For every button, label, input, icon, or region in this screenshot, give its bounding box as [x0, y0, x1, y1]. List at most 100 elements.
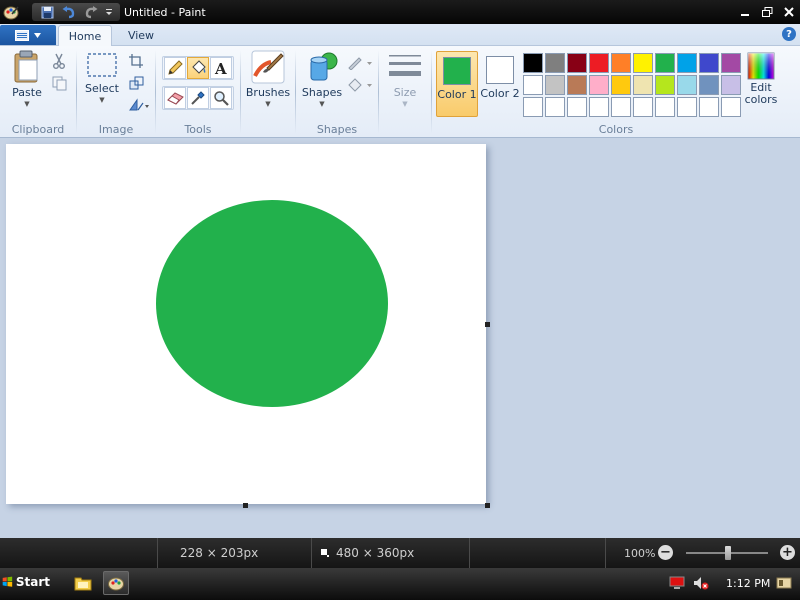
show-desktop-icon[interactable]	[776, 576, 792, 590]
clipboard-group: Paste ▼ Clipboard	[0, 46, 76, 138]
paste-dropdown-caret[interactable]: ▼	[24, 100, 29, 108]
brushes-button[interactable]: Brushes ▼	[244, 50, 292, 108]
color2-button[interactable]: Color 2	[479, 51, 521, 117]
zoom-out-button[interactable]: −	[658, 545, 673, 560]
eraser-tool[interactable]	[164, 87, 186, 109]
palette-color-swatch[interactable]	[721, 75, 741, 95]
zoom-slider-thumb[interactable]	[725, 546, 731, 560]
canvas-size: 480 × 360px	[312, 538, 470, 568]
paint-menu-button[interactable]	[0, 25, 56, 45]
palette-color-swatch[interactable]	[677, 53, 697, 73]
drawing-canvas[interactable]	[6, 144, 486, 504]
palette-color-swatch[interactable]	[523, 53, 543, 73]
minimize-button[interactable]	[734, 0, 756, 24]
shapes-icon	[310, 52, 338, 81]
volume-muted-tray-icon[interactable]	[693, 576, 709, 590]
palette-color-swatch[interactable]	[655, 97, 675, 117]
palette-color-swatch[interactable]	[523, 97, 543, 117]
svg-text:A: A	[214, 61, 227, 76]
customize-qat-icon[interactable]	[102, 4, 116, 20]
taskbar-explorer[interactable]	[70, 571, 96, 595]
magnifier-icon	[214, 91, 229, 106]
status-blank-section	[0, 538, 158, 568]
monitor-tray-icon[interactable]	[669, 576, 685, 590]
color1-button[interactable]: Color 1	[436, 51, 478, 117]
brushes-dropdown-caret[interactable]: ▼	[265, 100, 270, 108]
color1-swatch	[443, 57, 471, 85]
edit-colors-label: Edit colors	[744, 81, 778, 106]
palette-color-swatch[interactable]	[655, 75, 675, 95]
palette-color-swatch[interactable]	[655, 53, 675, 73]
palette-color-swatch[interactable]	[699, 75, 719, 95]
palette-color-swatch[interactable]	[677, 97, 697, 117]
canvas-size-text: 480 × 360px	[336, 546, 415, 560]
canvas-workspace[interactable]	[0, 138, 800, 538]
fill-icon[interactable]	[346, 76, 374, 94]
ribbon: Paste ▼ Clipboard Select ▼ Image A Tools…	[0, 46, 800, 138]
fill-tool[interactable]	[187, 57, 209, 79]
palette-color-swatch[interactable]	[589, 75, 609, 95]
tab-view[interactable]: View	[114, 25, 168, 46]
resize-icon[interactable]	[127, 74, 145, 92]
palette-color-swatch[interactable]	[545, 75, 565, 95]
paint-app-icon[interactable]	[2, 3, 20, 21]
palette-color-swatch[interactable]	[721, 97, 741, 117]
palette-color-swatch[interactable]	[567, 53, 587, 73]
palette-color-swatch[interactable]	[567, 97, 587, 117]
taskbar-paint[interactable]	[103, 571, 129, 595]
size-group: Size ▼	[379, 46, 431, 138]
palette-color-swatch[interactable]	[611, 75, 631, 95]
palette-color-swatch[interactable]	[589, 97, 609, 117]
select-button[interactable]: Select ▼	[81, 50, 123, 104]
palette-color-swatch[interactable]	[589, 53, 609, 73]
undo-icon[interactable]	[58, 4, 80, 20]
shapes-button[interactable]: Shapes ▼	[298, 50, 346, 108]
cut-icon[interactable]	[50, 52, 68, 70]
tools-group: A Tools	[156, 46, 240, 138]
eraser-icon	[166, 92, 184, 105]
palette-color-swatch[interactable]	[633, 97, 653, 117]
size-dropdown-caret[interactable]: ▼	[402, 100, 407, 108]
resize-handle-right[interactable]	[485, 322, 490, 327]
palette-color-swatch[interactable]	[567, 75, 587, 95]
taskbar-clock[interactable]: 1:12 PM	[726, 568, 770, 598]
redo-icon[interactable]	[80, 4, 102, 20]
color-palette	[522, 52, 742, 118]
text-tool[interactable]: A	[210, 57, 232, 79]
palette-color-swatch[interactable]	[523, 75, 543, 95]
save-icon[interactable]	[36, 4, 58, 20]
start-button[interactable]: Start	[2, 570, 50, 594]
close-button[interactable]	[778, 0, 800, 24]
magnifier-tool[interactable]	[210, 87, 232, 109]
size-button[interactable]: Size ▼	[383, 50, 427, 108]
palette-color-swatch[interactable]	[633, 53, 653, 73]
zoom-level: 100%	[624, 546, 656, 560]
resize-handle-bottom[interactable]	[243, 503, 248, 508]
paste-button[interactable]: Paste ▼	[6, 50, 48, 108]
copy-icon[interactable]	[50, 74, 68, 92]
restore-button[interactable]	[756, 0, 778, 24]
palette-color-swatch[interactable]	[545, 97, 565, 117]
palette-color-swatch[interactable]	[699, 53, 719, 73]
pencil-tool[interactable]	[164, 57, 186, 79]
select-dropdown-caret[interactable]: ▼	[99, 96, 104, 104]
zoom-in-button[interactable]: +	[780, 545, 795, 560]
outline-icon[interactable]	[346, 54, 374, 72]
edit-colors-button[interactable]: Edit colors	[740, 52, 782, 106]
tab-home[interactable]: Home	[58, 25, 112, 46]
palette-color-swatch[interactable]	[721, 53, 741, 73]
palette-color-swatch[interactable]	[611, 97, 631, 117]
palette-color-swatch[interactable]	[677, 75, 697, 95]
color-picker-tool[interactable]	[187, 87, 209, 109]
palette-color-swatch[interactable]	[633, 75, 653, 95]
text-icon: A	[214, 61, 227, 76]
palette-color-swatch[interactable]	[545, 53, 565, 73]
palette-color-swatch[interactable]	[699, 97, 719, 117]
status-bar: 228 × 203px 480 × 360px 100% − +	[0, 538, 800, 568]
shapes-dropdown-caret[interactable]: ▼	[319, 100, 324, 108]
rotate-icon[interactable]	[127, 96, 151, 114]
crop-icon[interactable]	[127, 52, 145, 70]
palette-color-swatch[interactable]	[611, 53, 631, 73]
help-icon[interactable]: ?	[782, 27, 796, 41]
resize-handle-corner[interactable]	[485, 503, 490, 508]
